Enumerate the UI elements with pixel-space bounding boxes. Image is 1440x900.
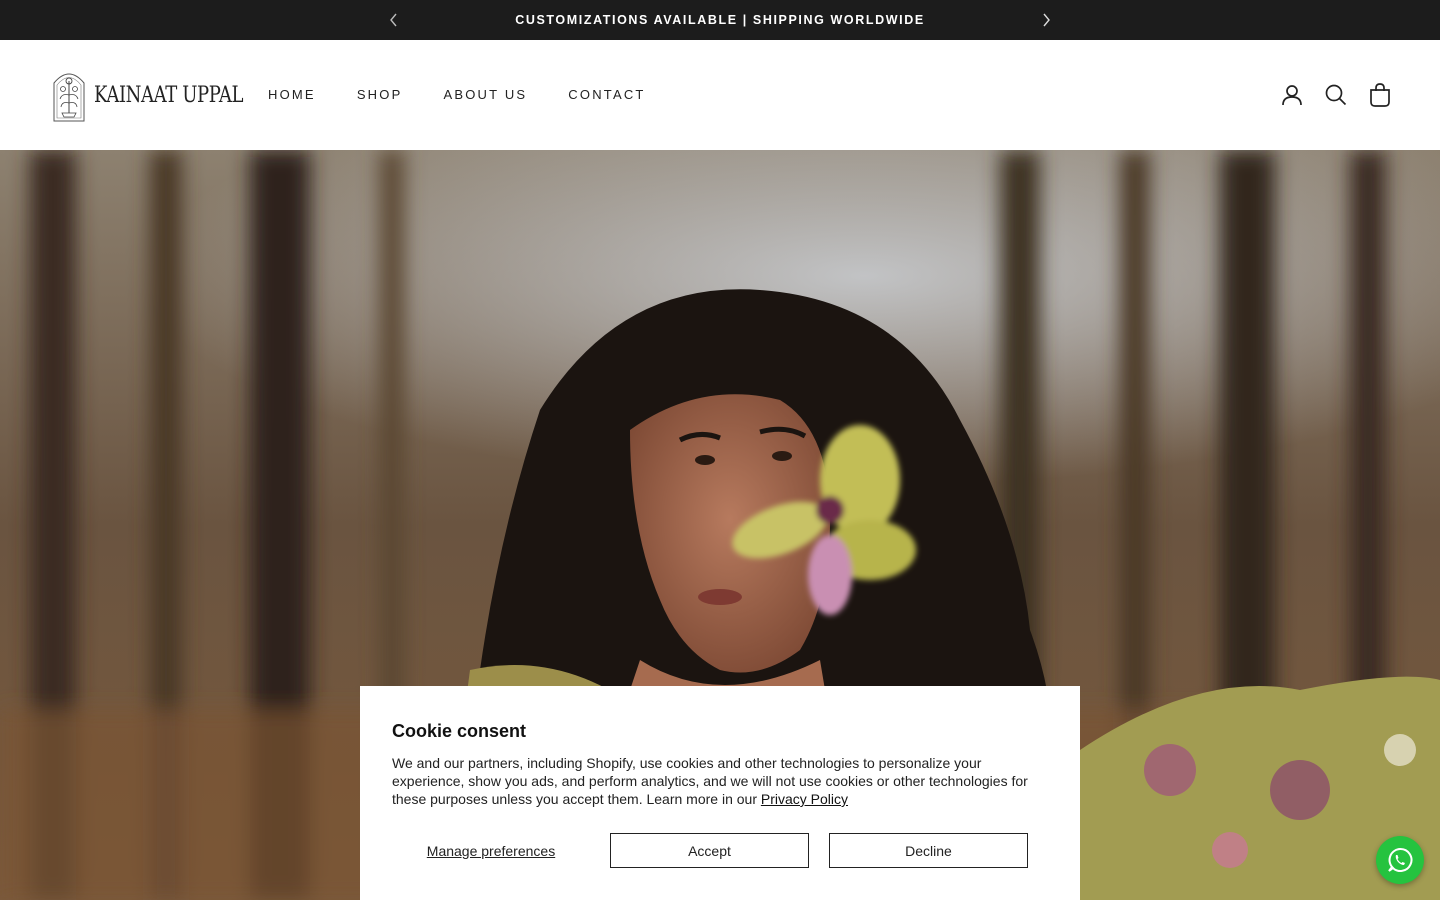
account-icon bbox=[1282, 85, 1302, 106]
cart-bag-icon bbox=[1370, 83, 1390, 107]
chevron-left-icon bbox=[390, 13, 397, 27]
cookie-consent-dialog: Cookie consent We and our partners, incl… bbox=[360, 686, 1080, 900]
logo-text: KAINAAT UPPAL bbox=[94, 82, 244, 108]
announcement-prev-button[interactable] bbox=[384, 10, 404, 30]
manage-preferences-button[interactable]: Manage preferences bbox=[392, 833, 590, 868]
account-button[interactable] bbox=[1280, 82, 1304, 108]
announcement-text: CUSTOMIZATIONS AVAILABLE | SHIPPING WORL… bbox=[515, 13, 925, 27]
cookie-title: Cookie consent bbox=[392, 721, 527, 741]
nav-item-home[interactable]: HOME bbox=[268, 87, 316, 103]
whatsapp-chat-button[interactable] bbox=[1376, 836, 1424, 884]
privacy-policy-link[interactable]: Privacy Policy bbox=[761, 791, 848, 807]
logo-emblem-icon bbox=[53, 73, 85, 122]
search-icon bbox=[1325, 84, 1347, 106]
accept-button[interactable]: Accept bbox=[610, 833, 809, 868]
cookie-actions: Manage preferences Accept Decline bbox=[392, 833, 1028, 868]
cookie-body-text: We and our partners, including Shopify, … bbox=[392, 755, 1028, 807]
cookie-body: We and our partners, including Shopify, … bbox=[392, 754, 1037, 808]
announcement-next-button[interactable] bbox=[1036, 10, 1056, 30]
decline-button[interactable]: Decline bbox=[829, 833, 1028, 868]
search-button[interactable] bbox=[1324, 82, 1348, 108]
header-icons bbox=[1280, 82, 1392, 108]
brand-logo[interactable]: KAINAAT UPPAL bbox=[50, 66, 276, 124]
nav-item-about-us[interactable]: ABOUT US bbox=[443, 87, 527, 103]
whatsapp-icon bbox=[1388, 847, 1413, 872]
site-header: KAINAAT UPPAL HOME SHOP ABOUT US CONTACT bbox=[0, 40, 1440, 150]
cart-button[interactable] bbox=[1368, 82, 1392, 108]
nav-item-shop[interactable]: SHOP bbox=[357, 87, 403, 103]
announcement-bar: CUSTOMIZATIONS AVAILABLE | SHIPPING WORL… bbox=[0, 0, 1440, 40]
main-nav: HOME SHOP ABOUT US CONTACT bbox=[268, 87, 687, 103]
chevron-right-icon bbox=[1043, 13, 1050, 27]
nav-item-contact[interactable]: CONTACT bbox=[568, 87, 645, 103]
